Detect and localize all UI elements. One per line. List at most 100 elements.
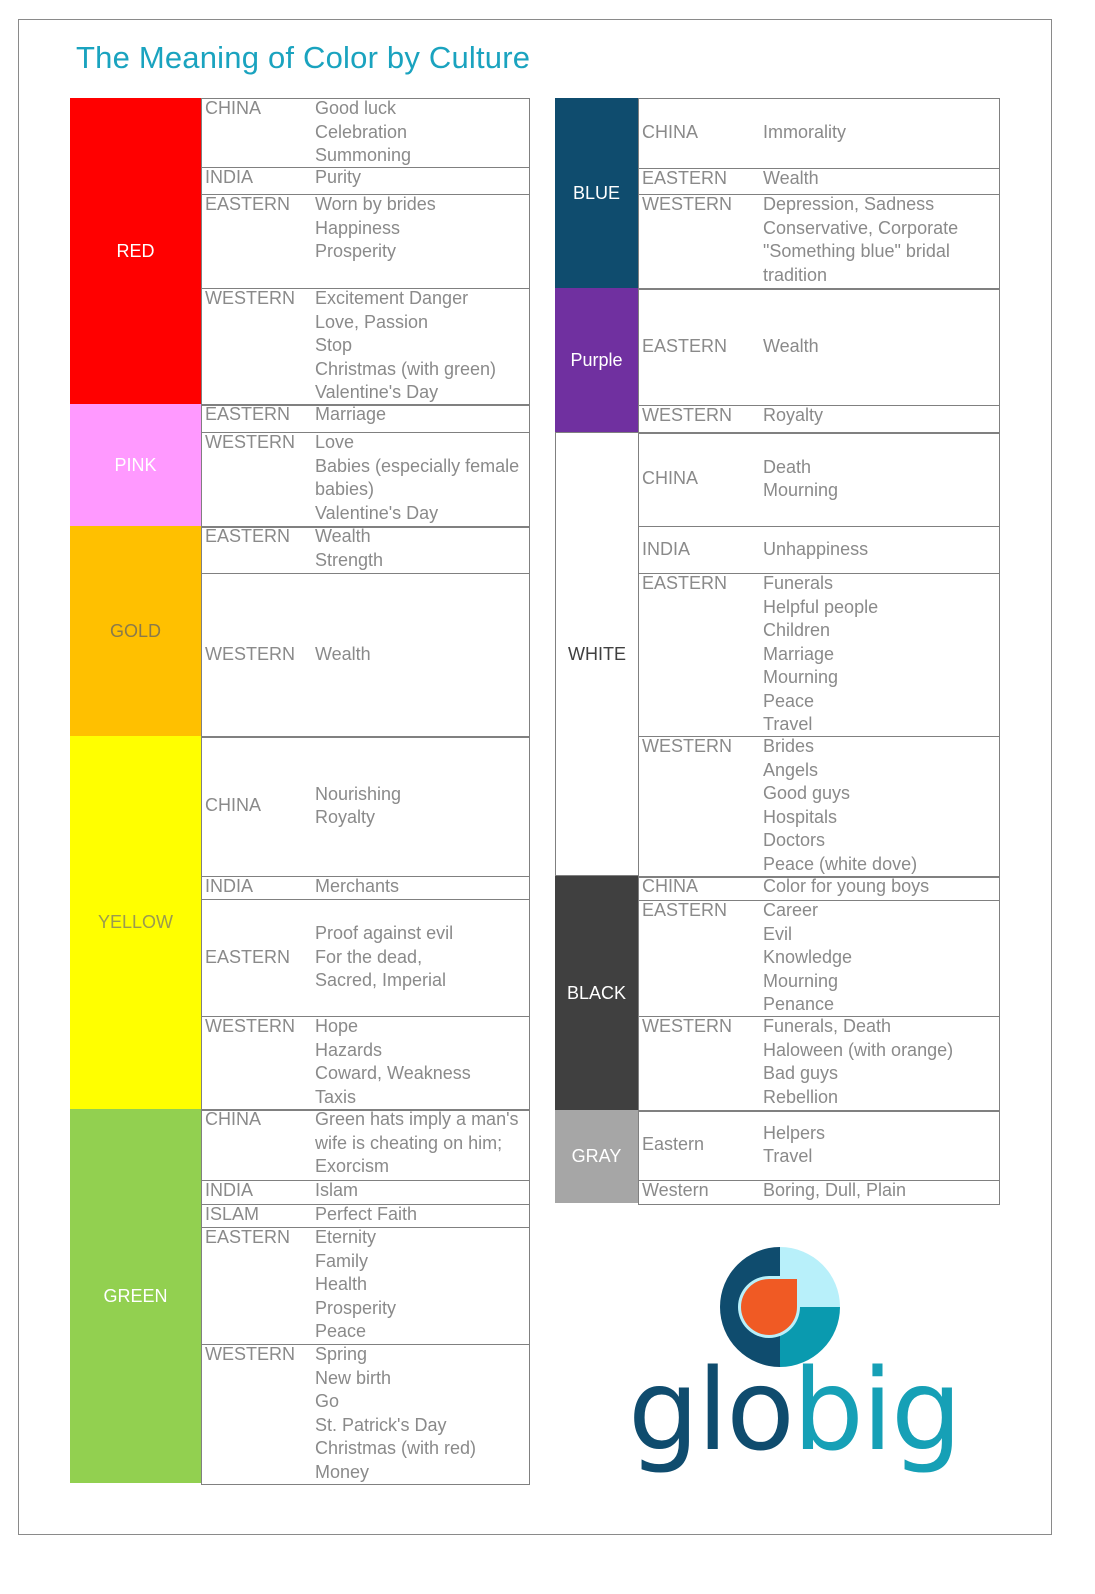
color-swatch-yellow: YELLOW: [70, 736, 201, 1109]
meaning-item: Wealth: [315, 643, 371, 664]
color-name-label: GRAY: [571, 1146, 622, 1166]
meaning-item: Children: [763, 620, 831, 640]
meaning-list: Wealth: [763, 167, 819, 191]
meaning-item: Spring: [315, 1344, 368, 1364]
wordmark-glo: glo: [628, 1346, 795, 1476]
meaning-item: Boring, Dull, Plain: [763, 1180, 907, 1200]
meaning-item: Coward, Weakness: [315, 1063, 471, 1083]
region-label: EASTERN: [205, 946, 291, 967]
meaning-list: Helpers Travel: [763, 1122, 825, 1169]
meaning-item: Exorcism: [315, 1156, 390, 1176]
region-label: WESTERN: [205, 432, 295, 452]
meaning-item: Funerals, Death: [763, 1016, 892, 1036]
page-title: The Meaning of Color by Culture: [76, 40, 531, 75]
meaning-list: Wealth Strength: [315, 525, 383, 572]
meaning-item: Funerals: [763, 573, 834, 593]
region-label: WESTERN: [642, 736, 732, 756]
meaning-list: Marriage: [315, 403, 386, 427]
meaning-item: Evil: [763, 923, 793, 944]
wordmark-big: big: [792, 1346, 962, 1476]
meaning-list: Good luck Celebration Summoning: [315, 97, 411, 168]
region-label: ISLAM: [205, 1204, 260, 1224]
color-swatch-green: GREEN: [70, 1109, 201, 1483]
meaning-item: Proof against evil: [315, 923, 454, 944]
region-label: EASTERN: [205, 194, 291, 214]
region-label: WESTERN: [205, 288, 295, 308]
meaning-item: Peace: [763, 690, 815, 711]
region-label: WESTERN: [642, 405, 732, 425]
meaning-item: Helpful people: [763, 596, 879, 617]
meaning-item: Christmas (with red): [315, 1438, 477, 1458]
meaning-item: Mourning: [763, 480, 839, 500]
meaning-list: Excitement Danger Love, Passion Stop Christ…: [315, 287, 496, 405]
meaning-item: Conservative, Corporate: [763, 217, 959, 238]
meaning-item: Eternity: [315, 1227, 377, 1247]
meaning-list: Funerals Helpful people Children Marriage Mo…: [763, 572, 878, 737]
meaning-item: Angels: [763, 759, 819, 780]
meaning-list: Hope Hazards Coward, Weakness Taxis: [315, 1015, 471, 1109]
color-name-label: Purple: [570, 349, 623, 370]
color-swatch-red: RED: [70, 98, 201, 404]
meaning-item: New birth: [315, 1367, 392, 1388]
meaning-item: Rebellion: [763, 1086, 839, 1107]
meaning-item: Wealth: [315, 526, 371, 546]
color-swatch-white: WHITE: [555, 432, 638, 876]
meaning-item: Knowledge: [763, 947, 853, 967]
meaning-item: Taxis: [315, 1086, 357, 1107]
meaning-item: tradition: [763, 264, 828, 285]
meaning-item: Celebration: [315, 121, 408, 142]
meaning-item: Doctors: [763, 830, 826, 850]
meaning-list: Immorality: [763, 121, 846, 145]
meaning-item: Immorality: [763, 122, 847, 143]
meaning-list: Wealth: [315, 643, 371, 667]
meaning-item: St. Patrick's Day: [315, 1414, 447, 1435]
meaning-list: Color for young boys: [763, 875, 929, 899]
meaning-item: Money: [315, 1461, 370, 1482]
globig-wordmark: globig: [628, 1355, 962, 1467]
region-label: EASTERN: [205, 526, 291, 546]
meaning-list: Merchants: [315, 875, 399, 899]
region-label: INDIA: [205, 167, 254, 187]
meaning-list: Depression, Sadness Conservative, Corpora…: [763, 193, 958, 287]
meaning-list: Islam: [315, 1179, 358, 1203]
meaning-item: Helpers: [763, 1122, 826, 1143]
color-name-label: GREEN: [103, 1285, 168, 1306]
meaning-list: Love Babies (especially female babies) Vale…: [315, 431, 519, 525]
meaning-item: Islam: [315, 1180, 359, 1200]
meaning-list: Funerals, Death Haloween (with orange) Bad…: [763, 1015, 953, 1109]
meaning-list: Nourishing Royalty: [315, 783, 401, 830]
meaning-list: Worn by brides Happiness Prosperity: [315, 193, 436, 264]
meaning-item: Love: [315, 432, 355, 452]
region-label: WESTERN: [205, 1344, 295, 1364]
region-label: WESTERN: [205, 643, 295, 664]
region-label: EASTERN: [205, 1227, 291, 1247]
meaning-item: Marriage: [315, 404, 387, 424]
meaning-item: Brides: [763, 736, 815, 756]
meaning-item: Family: [315, 1250, 368, 1271]
region-label: Eastern: [642, 1134, 705, 1155]
meaning-list: Death Mourning: [763, 456, 838, 503]
region-label: INDIA: [205, 1180, 254, 1200]
color-swatch-gold: GOLD: [70, 526, 201, 736]
meaning-item: "Something blue" bridal: [763, 241, 950, 261]
meaning-item: Green hats imply a man's: [315, 1109, 519, 1129]
region-label: EASTERN: [642, 335, 728, 356]
meaning-item: Go: [315, 1391, 340, 1411]
meaning-item: Hospitals: [763, 806, 838, 827]
meaning-list: Eternity Family Health Prosperity Peace: [315, 1226, 396, 1344]
meaning-item: Hope: [315, 1016, 359, 1036]
region-label: INDIA: [642, 538, 691, 559]
color-name-label: WHITE: [568, 643, 626, 664]
color-name-label: YELLOW: [97, 912, 174, 932]
color-name-label: PINK: [114, 454, 157, 475]
meaning-item: Good guys: [763, 783, 851, 803]
meaning-item: Worn by brides: [315, 194, 436, 214]
meaning-item: Travel: [763, 1146, 813, 1166]
meaning-item: Wealth: [763, 335, 819, 356]
meaning-item: babies): [315, 479, 375, 499]
meaning-item: Happiness: [315, 217, 401, 238]
region-label: EASTERN: [205, 404, 291, 424]
region-label: CHINA: [205, 795, 262, 816]
meaning-list: Brides Angels Good guys Hospitals Doctors Pea…: [763, 735, 917, 876]
meaning-list: Boring, Dull, Plain: [763, 1179, 906, 1203]
